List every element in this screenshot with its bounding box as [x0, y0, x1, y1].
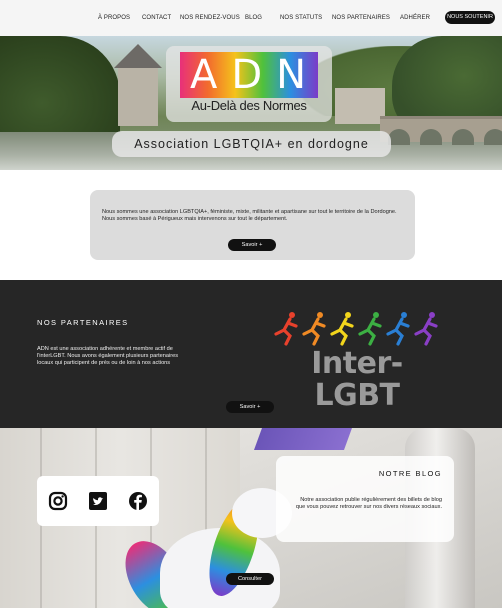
intro-savoir-plus-button[interactable]: Savoir +: [228, 239, 276, 251]
partners-section: NOS PARTENAIRES ADN est une association …: [0, 280, 502, 428]
hero-tagline: Association LGBTQIA+ en dordogne: [112, 131, 391, 157]
logo-rainbow-block: ADN: [180, 52, 318, 98]
blog-card: NOTRE BLOG Notre association publie régu…: [276, 456, 454, 542]
blog-text: Notre association publie régulièrement d…: [295, 497, 442, 511]
nav-link-a-propos[interactable]: À PROPOS: [98, 15, 130, 21]
blog-heading: NOTRE BLOG: [378, 469, 442, 478]
partners-heading: NOS PARTENAIRES: [37, 318, 129, 327]
running-figures-icon: [274, 312, 438, 346]
site-logo[interactable]: ADN Au-Delà des Normes: [166, 46, 332, 122]
twitter-icon[interactable]: [88, 491, 108, 511]
partners-savoir-plus-button[interactable]: Savoir +: [226, 401, 274, 413]
flag-decoration: [253, 428, 353, 450]
blog-consulter-button[interactable]: Consulter: [226, 573, 274, 585]
inter-lgbt-logo[interactable]: Inter-LGBT: [272, 310, 442, 412]
logo-subtitle: Au-Delà des Normes: [191, 98, 307, 113]
partners-text: ADN est une association adhérente et mem…: [37, 346, 178, 367]
instagram-icon[interactable]: [48, 491, 68, 511]
nav-link-rendez-vous[interactable]: NOS RENDEZ-VOUS: [180, 15, 240, 21]
nav-link-adherer[interactable]: ADHÉRER: [400, 15, 430, 21]
castle-illustration: [114, 44, 162, 126]
support-button[interactable]: NOUS SOUTENIR: [445, 11, 495, 24]
inter-lgbt-wordmark: Inter-LGBT: [311, 346, 403, 413]
intro-text: Nous sommes une association LGBTQIA+, fé…: [102, 209, 397, 223]
bridge-illustration: [380, 116, 502, 145]
top-navigation: À PROPOS CONTACT NOS RENDEZ-VOUS BLOG NO…: [0, 0, 502, 36]
nav-link-blog[interactable]: BLOG: [245, 15, 262, 21]
nav-link-statuts[interactable]: NOS STATUTS: [280, 15, 322, 21]
intro-card: Nous sommes une association LGBTQIA+, fé…: [90, 190, 415, 260]
blog-section: NOTRE BLOG Notre association publie régu…: [0, 428, 502, 608]
intro-section: Nous sommes une association LGBTQIA+, fé…: [0, 170, 502, 280]
facebook-icon[interactable]: [128, 491, 148, 511]
nav-link-contact[interactable]: CONTACT: [142, 15, 171, 21]
logo-letters: ADN: [189, 52, 321, 98]
social-links-card: [37, 476, 159, 526]
nav-link-partenaires[interactable]: NOS PARTENAIRES: [332, 15, 390, 21]
